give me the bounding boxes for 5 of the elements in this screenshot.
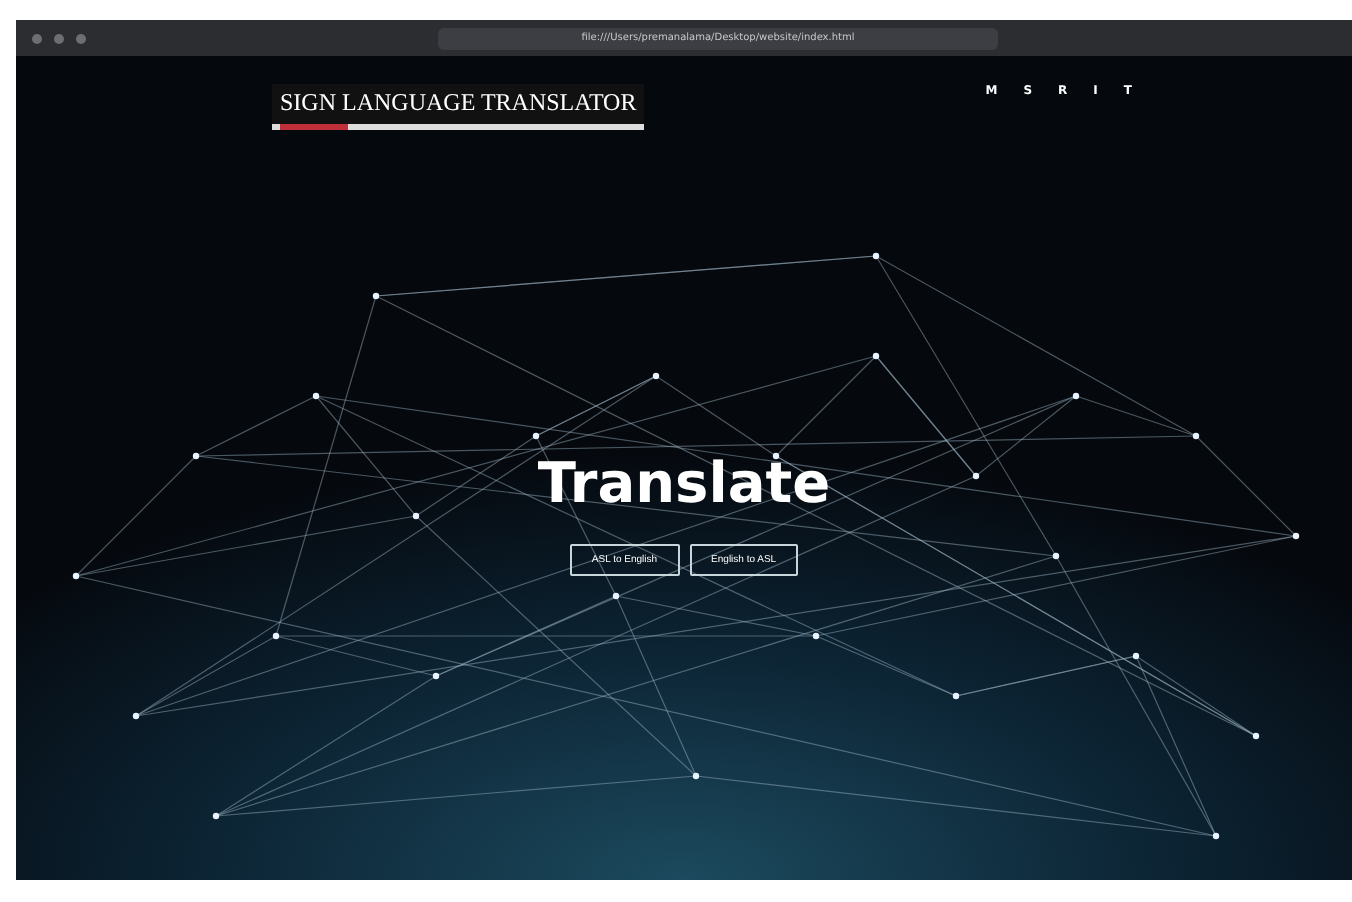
window-control-icon[interactable] (76, 33, 86, 43)
site-logo[interactable]: SIGN LANGUAGE TRANSLATOR (272, 84, 645, 130)
window-control-icon[interactable] (32, 33, 42, 43)
page-title: Translate (537, 450, 831, 516)
window-control-icon[interactable] (54, 33, 64, 43)
